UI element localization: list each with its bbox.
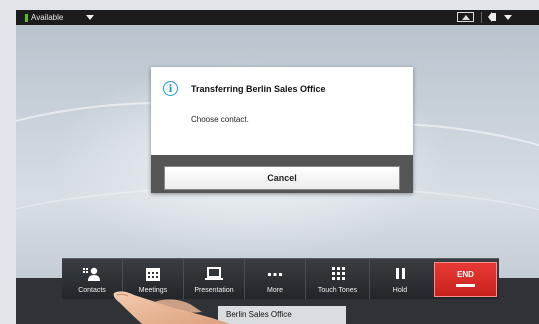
more-button[interactable]: More xyxy=(245,259,306,299)
info-icon: i xyxy=(163,81,178,96)
more-icon xyxy=(268,273,282,276)
availability-indicator xyxy=(25,14,28,22)
dialog-message: Choose contact. xyxy=(191,115,249,124)
end-call-icon xyxy=(456,284,475,287)
remote-participant-label: Berlin Sales Office xyxy=(218,306,346,324)
video-screen: Available i Transferring Berlin Sales Of… xyxy=(16,10,539,324)
chevron-down-icon[interactable] xyxy=(504,15,512,20)
touch-tones-button[interactable]: Touch Tones xyxy=(306,259,370,299)
hold-label: Hold xyxy=(392,287,408,294)
cancel-button[interactable]: Cancel xyxy=(164,166,400,190)
pause-icon xyxy=(396,268,405,279)
end-call-button[interactable]: END xyxy=(434,262,497,297)
status-bar: Available xyxy=(16,10,539,25)
keypad-icon xyxy=(332,267,345,280)
touch-tones-label: Touch Tones xyxy=(317,287,358,294)
availability-label[interactable]: Available xyxy=(31,10,63,25)
speaker-icon[interactable] xyxy=(488,12,496,22)
more-label: More xyxy=(267,287,283,294)
hold-button[interactable]: Hold xyxy=(370,259,430,299)
self-view-icon[interactable] xyxy=(457,12,474,22)
transfer-dialog: i Transferring Berlin Sales Office Choos… xyxy=(151,67,413,193)
dialog-title: Transferring Berlin Sales Office xyxy=(191,84,326,94)
chevron-down-icon[interactable] xyxy=(86,15,94,20)
pointing-hand-image xyxy=(113,291,230,324)
divider xyxy=(481,12,482,23)
end-label: END xyxy=(457,270,474,279)
